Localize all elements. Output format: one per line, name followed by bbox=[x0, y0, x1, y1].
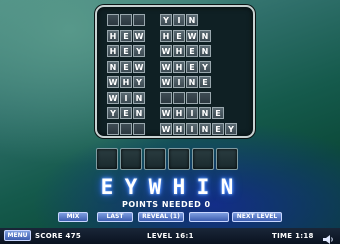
word-letter-cell: W bbox=[133, 29, 145, 42]
reveal-button[interactable]: REVEAL (1) bbox=[138, 212, 184, 222]
empty-letter-cell bbox=[107, 122, 119, 135]
empty-letter-cell bbox=[120, 122, 132, 135]
time-display: TIME 1:18 bbox=[272, 232, 314, 240]
word-letter-cell: N bbox=[199, 122, 211, 135]
word-letter-cell: E bbox=[199, 76, 211, 88]
word-letter-cell: E bbox=[212, 107, 224, 119]
empty-letter-cell bbox=[133, 122, 145, 135]
points-needed: POINTS NEEDED 0 bbox=[122, 200, 211, 209]
speaker-icon[interactable] bbox=[322, 230, 334, 244]
empty-letter-cell bbox=[199, 91, 211, 104]
word-letter-cell: I bbox=[186, 107, 198, 119]
word-letter-cell: H bbox=[173, 107, 185, 119]
score-display: SCORE 475 bbox=[35, 232, 82, 240]
word-letter-cell: E bbox=[212, 122, 224, 135]
word-letter-cell: E bbox=[120, 29, 132, 42]
word-letter-cell: W bbox=[107, 91, 119, 104]
word-letter-cell: W bbox=[186, 29, 198, 42]
letter-tile[interactable]: Y bbox=[120, 175, 142, 199]
word-letter-cell: I bbox=[120, 91, 132, 104]
word-letter-cell: Y bbox=[160, 14, 172, 26]
word-letter-cell: E bbox=[120, 60, 132, 73]
letter-tile[interactable]: H bbox=[168, 175, 190, 199]
word-letter-cell: E bbox=[120, 45, 132, 57]
word-letter-cell: H bbox=[120, 76, 132, 88]
word-letter-cell: N bbox=[199, 107, 211, 119]
word-letter-cell: H bbox=[173, 122, 185, 135]
empty-letter-cell bbox=[120, 14, 132, 26]
game-screen: HEWHEYNEWWHYWINYENYINHEWNWHENWHEYWINEWHI… bbox=[0, 0, 340, 244]
word-letter-cell: Y bbox=[133, 45, 145, 57]
answer-slot[interactable] bbox=[192, 148, 214, 170]
next-level-button[interactable]: NEXT LEVEL bbox=[232, 212, 282, 222]
word-letter-cell: W bbox=[107, 76, 119, 88]
word-letter-cell: E bbox=[186, 45, 198, 57]
word-letter-cell: Y bbox=[133, 76, 145, 88]
blank-button[interactable] bbox=[189, 212, 229, 222]
answer-slot[interactable] bbox=[96, 148, 118, 170]
word-letter-cell: I bbox=[186, 122, 198, 135]
answer-slot[interactable] bbox=[144, 148, 166, 170]
word-letter-cell: N bbox=[199, 29, 211, 42]
letter-tile[interactable]: W bbox=[144, 175, 166, 199]
word-letter-cell: W bbox=[160, 45, 172, 57]
answer-slots bbox=[96, 148, 238, 172]
word-letter-cell: E bbox=[186, 60, 198, 73]
word-letter-cell: W bbox=[160, 122, 172, 135]
word-letter-cell: Y bbox=[225, 122, 237, 135]
word-letter-cell: N bbox=[107, 60, 119, 73]
word-letter-cell: I bbox=[173, 76, 185, 88]
word-letter-cell: H bbox=[107, 29, 119, 42]
last-button[interactable]: LAST bbox=[97, 212, 133, 222]
word-letter-cell: Y bbox=[199, 60, 211, 73]
word-letter-cell: H bbox=[107, 45, 119, 57]
answer-slot[interactable] bbox=[120, 148, 142, 170]
letter-tile[interactable]: N bbox=[216, 175, 238, 199]
word-letter-cell: N bbox=[199, 45, 211, 57]
word-board: HEWHEYNEWWHYWINYENYINHEWNWHENWHEYWINEWHI… bbox=[95, 5, 255, 138]
empty-letter-cell bbox=[133, 14, 145, 26]
word-letter-cell: H bbox=[173, 45, 185, 57]
letter-tiles: E Y W H I N bbox=[96, 175, 238, 199]
empty-letter-cell bbox=[107, 14, 119, 26]
menu-button[interactable]: MENU bbox=[4, 230, 31, 241]
word-letter-cell: W bbox=[160, 60, 172, 73]
letter-tile[interactable]: E bbox=[96, 175, 118, 199]
answer-slot[interactable] bbox=[216, 148, 238, 170]
word-letter-cell: N bbox=[133, 91, 145, 104]
word-letter-cell: W bbox=[160, 107, 172, 119]
empty-letter-cell bbox=[173, 91, 185, 104]
word-letter-cell: Y bbox=[107, 107, 119, 119]
word-letter-cell: W bbox=[133, 60, 145, 73]
word-letter-cell: E bbox=[173, 29, 185, 42]
empty-letter-cell bbox=[160, 91, 172, 104]
level-display: LEVEL 16:1 bbox=[147, 232, 194, 240]
word-letter-cell: N bbox=[133, 107, 145, 119]
word-letter-cell: N bbox=[186, 14, 198, 26]
word-letter-cell: I bbox=[173, 14, 185, 26]
empty-letter-cell bbox=[186, 91, 198, 104]
word-letter-cell: H bbox=[160, 29, 172, 42]
mix-button[interactable]: MIX bbox=[58, 212, 88, 222]
answer-slot[interactable] bbox=[168, 148, 190, 170]
word-letter-cell: H bbox=[173, 60, 185, 73]
letter-tile[interactable]: I bbox=[192, 175, 214, 199]
word-letter-cell: N bbox=[186, 76, 198, 88]
word-letter-cell: W bbox=[160, 76, 172, 88]
word-letter-cell: E bbox=[120, 107, 132, 119]
